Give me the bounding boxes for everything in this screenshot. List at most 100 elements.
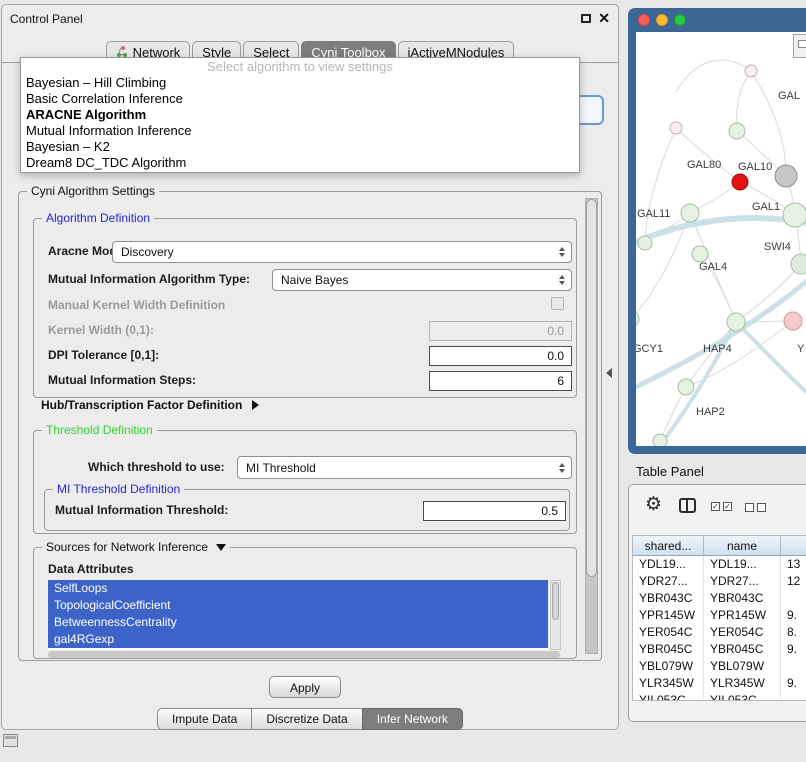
table-row[interactable]: YDL19...YDL19...13 xyxy=(633,556,806,573)
table-cell[interactable]: YLR345W xyxy=(704,675,781,692)
table-cell[interactable]: YER054C xyxy=(633,624,704,641)
attributes-horizontal-scrollbar[interactable] xyxy=(48,651,560,658)
network-node[interactable] xyxy=(775,165,797,187)
network-node[interactable] xyxy=(638,236,652,250)
network-edge[interactable] xyxy=(676,60,751,92)
table-cell[interactable]: YBR043C xyxy=(633,590,704,607)
network-node[interactable] xyxy=(692,246,708,262)
table-cell[interactable]: 9. xyxy=(781,641,806,658)
table-row[interactable]: YBR043CYBR043C xyxy=(633,590,806,607)
checked-boxes-icon[interactable]: ✓✓ xyxy=(711,502,732,511)
network-node[interactable] xyxy=(681,204,699,222)
dpi-tolerance-field[interactable]: 0.0 xyxy=(429,346,572,366)
mi-threshold-field[interactable]: 0.5 xyxy=(423,501,566,521)
algorithm-option[interactable]: Mutual Information Inference xyxy=(21,123,579,139)
bottom-tab-infer-network[interactable]: Infer Network xyxy=(362,708,463,730)
dropdown-placeholder: Select algorithm to view settings xyxy=(21,58,579,75)
restore-panel-icon[interactable] xyxy=(3,734,18,747)
table-cell[interactable]: 12 xyxy=(781,573,806,590)
network-node[interactable] xyxy=(791,254,806,274)
column-header[interactable] xyxy=(781,536,806,556)
bottom-tab-impute-data[interactable]: Impute Data xyxy=(157,708,252,730)
algorithm-option[interactable]: Bayesian – Hill Climbing xyxy=(21,75,579,91)
table-cell[interactable]: YPR145W xyxy=(633,607,704,624)
kernel-width-value: 0.0 xyxy=(547,324,564,338)
table-cell[interactable]: YBL079W xyxy=(633,658,704,675)
table-cell[interactable]: YBR043C xyxy=(704,590,781,607)
table-cell[interactable] xyxy=(781,658,806,675)
bottom-tab-discretize-data[interactable]: Discretize Data xyxy=(251,708,362,730)
aracne-mode-select[interactable]: Discovery xyxy=(112,241,572,263)
panel-collapse-arrow-icon[interactable] xyxy=(606,368,612,378)
table-cell[interactable]: YER054C xyxy=(704,624,781,641)
table-cell[interactable]: YBL079W xyxy=(704,658,781,675)
table-row[interactable]: YER054CYER054C8. xyxy=(633,624,806,641)
algorithm-option[interactable]: Bayesian – K2 xyxy=(21,139,579,155)
network-node[interactable] xyxy=(678,379,694,395)
network-edge[interactable] xyxy=(737,71,751,131)
table-row[interactable]: YLR345WYLR345W9. xyxy=(633,675,806,692)
unchecked-boxes-icon[interactable] xyxy=(745,503,766,512)
gear-icon[interactable]: ⚙ xyxy=(645,493,662,516)
canvas-corner-widget[interactable] xyxy=(793,34,806,58)
network-node[interactable] xyxy=(653,434,667,446)
columns-icon[interactable] xyxy=(679,498,696,513)
table-cell[interactable]: YIL053C xyxy=(633,692,704,701)
close-window-button[interactable] xyxy=(638,14,650,26)
table-cell[interactable]: YDL19... xyxy=(633,556,704,573)
close-panel-icon[interactable]: ✕ xyxy=(598,10,610,27)
table-row[interactable]: YIL053CYIL053C xyxy=(633,692,806,701)
table-cell[interactable]: YDR27... xyxy=(633,573,704,590)
network-graph[interactable]: GALGAL80GAL10GAL11GAL1SWI4GAL4GCY1HAP4YH… xyxy=(636,32,806,446)
network-node[interactable] xyxy=(732,174,748,190)
data-attribute-item[interactable]: SelfLoops xyxy=(48,580,548,597)
network-node[interactable] xyxy=(727,313,745,331)
network-edge[interactable] xyxy=(636,277,806,392)
mi-algorithm-type-select[interactable]: Naive Bayes xyxy=(272,269,572,291)
table-cell[interactable]: YDL19... xyxy=(704,556,781,573)
zoom-window-button[interactable] xyxy=(674,14,686,26)
float-window-icon[interactable] xyxy=(581,14,591,23)
table-cell[interactable]: YLR345W xyxy=(633,675,704,692)
data-attribute-item[interactable]: gal4RGexp xyxy=(48,631,548,648)
attributes-vertical-scrollbar[interactable] xyxy=(550,580,561,650)
minimize-window-button[interactable] xyxy=(656,14,668,26)
network-edge[interactable] xyxy=(736,322,806,397)
table-cell[interactable]: 13 xyxy=(781,556,806,573)
mi-steps-field[interactable]: 6 xyxy=(429,371,572,391)
table-cell[interactable]: YDR27... xyxy=(704,573,781,590)
which-threshold-select[interactable]: MI Threshold xyxy=(237,456,572,479)
table-row[interactable]: YBL079WYBL079W xyxy=(633,658,806,675)
algorithm-option[interactable]: Dream8 DC_TDC Algorithm xyxy=(21,155,579,171)
table-cell[interactable]: 8. xyxy=(781,624,806,641)
network-node[interactable] xyxy=(670,122,682,134)
algorithm-option[interactable]: ARACNE Algorithm xyxy=(21,107,579,123)
settings-scrollbar[interactable] xyxy=(585,198,598,654)
sources-section-toggle[interactable]: Sources for Network Inference xyxy=(42,540,230,554)
network-edge[interactable] xyxy=(660,322,736,445)
network-node[interactable] xyxy=(636,311,639,327)
apply-button[interactable]: Apply xyxy=(269,676,341,698)
algorithm-option[interactable]: Basic Correlation Inference xyxy=(21,91,579,107)
network-node[interactable] xyxy=(729,123,745,139)
network-canvas[interactable]: GALGAL80GAL10GAL11GAL1SWI4GAL4GCY1HAP4YH… xyxy=(636,32,806,446)
table-row[interactable]: YDR27...YDR27...12 xyxy=(633,573,806,590)
table-row[interactable]: YPR145WYPR145W9. xyxy=(633,607,806,624)
table-cell[interactable] xyxy=(781,692,806,701)
data-attribute-item[interactable]: TopologicalCoefficient xyxy=(48,597,548,614)
table-row[interactable]: YBR045CYBR045C9. xyxy=(633,641,806,658)
table-cell[interactable]: YBR045C xyxy=(633,641,704,658)
data-attribute-item[interactable]: BetweennessCentrality xyxy=(48,614,548,631)
column-header[interactable]: name xyxy=(704,536,781,556)
table-cell[interactable]: 9. xyxy=(781,607,806,624)
table-cell[interactable] xyxy=(781,590,806,607)
hub-section-toggle[interactable]: Hub/Transcription Factor Definition xyxy=(41,398,259,412)
network-node[interactable] xyxy=(745,65,757,77)
column-header[interactable]: shared... xyxy=(633,536,704,556)
network-node[interactable] xyxy=(784,312,802,330)
table-cell[interactable]: YIL053C xyxy=(704,692,781,701)
table-cell[interactable]: 9. xyxy=(781,675,806,692)
table-cell[interactable]: YPR145W xyxy=(704,607,781,624)
network-node[interactable] xyxy=(783,203,806,227)
table-cell[interactable]: YBR045C xyxy=(704,641,781,658)
